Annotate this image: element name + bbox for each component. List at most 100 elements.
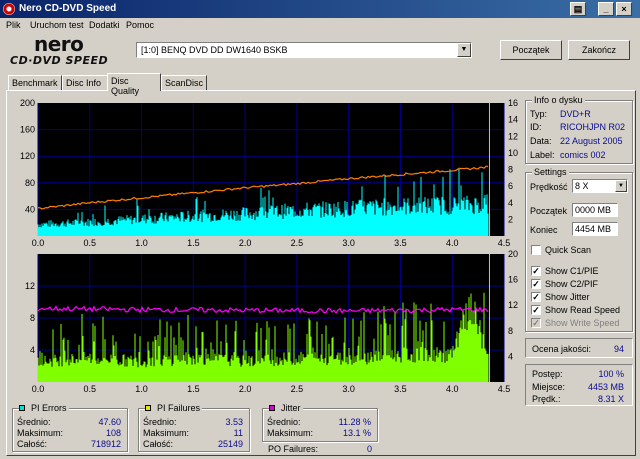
x-tick-label: 4.5 <box>498 238 511 248</box>
x-tick-label: 3.5 <box>394 384 407 394</box>
menu-item-extras[interactable]: Dodatki <box>89 20 120 30</box>
pi-errors-swatch <box>19 405 25 411</box>
x-tick-label: 1.5 <box>187 238 200 248</box>
x-tick-label: 1.0 <box>135 384 148 394</box>
x-tick-label: 2.0 <box>239 384 252 394</box>
show-c1-checkbox[interactable]: ✓ <box>531 266 541 276</box>
nero-app-icon <box>3 3 15 15</box>
start-label: Początek <box>530 206 568 216</box>
pi-errors-total: 718912 <box>90 439 121 449</box>
pi-errors-chart: 0.0 0.5 1.0 1.5 2.0 2.5 3.0 3.5 4.0 4.5 200 160 120 8… <box>20 98 518 248</box>
exit-button[interactable]: Zakończ <box>568 40 630 60</box>
y-left-tick-label: 40 <box>25 204 35 214</box>
x-tick-label: 1.0 <box>135 238 148 248</box>
y-left-tick-label: 8 <box>30 313 35 323</box>
date-label: Data: <box>530 136 552 146</box>
pi-failures-chart: 0.0 0.5 1.0 1.5 2.0 2.5 3.0 3.5 4.0 4.5 12 8 4 20 16 12… <box>25 249 518 394</box>
show-c2-checkbox[interactable]: ✓ <box>531 279 541 289</box>
x-tick-label: 0.5 <box>84 384 97 394</box>
y-right-tick-label: 10 <box>508 148 518 158</box>
start-input[interactable]: 0000 MB <box>572 203 618 217</box>
y-right-tick-label: 20 <box>508 249 518 259</box>
date-value: 22 August 2005 <box>560 136 623 146</box>
x-tick-label: 4.5 <box>498 384 511 394</box>
x-tick-label: 3.0 <box>342 384 355 394</box>
id-value: RICOHJPN R02 <box>560 122 626 132</box>
y-right-tick-label: 6 <box>508 181 513 191</box>
x-tick-label: 2.5 <box>291 384 304 394</box>
jitter-max-label: Maksimum: <box>267 428 314 438</box>
x-tick-label: 3.0 <box>342 238 355 248</box>
tab-disc-quality[interactable]: Disc Quality <box>107 73 161 96</box>
progress-value: 100 % <box>598 369 624 379</box>
logo-product: CD·DVD SPEED <box>10 54 109 67</box>
nero-logo: nero CD·DVD SPEED <box>8 32 128 68</box>
current-speed-label: Prędk.: <box>532 394 561 404</box>
quick-scan-label: Quick Scan <box>545 245 592 255</box>
x-tick-label: 3.5 <box>394 238 407 248</box>
progress-box: Postęp: 100 % Miejsce: 4453 MB Prędk.: 8… <box>525 364 633 406</box>
y-right-tick-label: 14 <box>508 115 518 125</box>
menu-item-help[interactable]: Pomoc <box>126 20 154 30</box>
position-value: 4453 MB <box>587 382 624 392</box>
menu-item-run-test[interactable]: Uruchom test <box>30 20 84 30</box>
tab-disc-info[interactable]: Disc Info <box>62 75 108 91</box>
minimize-icon[interactable]: _ <box>598 2 614 16</box>
pi-errors-max-label: Maksimum: <box>17 428 64 438</box>
start-button[interactable]: Początek <box>500 40 562 60</box>
drive-select-value: [1:0] BENQ DVD DD DW1640 BSKB <box>141 45 288 55</box>
x-tick-label: 2.0 <box>239 238 252 248</box>
speed-select-value: 8 X <box>575 181 589 191</box>
type-value: DVD+R <box>560 109 591 119</box>
tab-scandisc[interactable]: ScanDisc <box>161 75 207 91</box>
quality-score-box: Ocena jakości: 94 <box>525 338 633 358</box>
chevron-down-icon[interactable]: ▼ <box>615 180 627 192</box>
window-title: Nero CD-DVD Speed <box>19 3 117 14</box>
y-right-tick-label: 8 <box>508 326 513 336</box>
drive-select[interactable]: [1:0] BENQ DVD DD DW1640 BSKB ▼ <box>136 42 472 58</box>
settings-title: Settings <box>532 167 569 177</box>
jitter-avg: 11.28 % <box>338 417 371 427</box>
pi-errors-avg: 47.60 <box>98 417 121 427</box>
y-left-tick-label: 200 <box>20 98 35 108</box>
quality-score-value: 94 <box>613 344 624 354</box>
y-left-tick-label: 4 <box>30 345 35 355</box>
y-left-tick-label: 120 <box>20 151 35 161</box>
pi-failures-avg-label: Średnio: <box>143 417 177 427</box>
pi-failures-max-label: Maksimum: <box>143 428 190 438</box>
quality-score-label: Ocena jakości: <box>532 344 592 354</box>
y-left-tick-label: 12 <box>25 281 35 291</box>
pi-errors-avg-label: Średnio: <box>17 417 51 427</box>
menu-item-file[interactable]: Plik <box>6 20 21 30</box>
pi-errors-total-label: Całość: <box>17 439 48 449</box>
po-failures-value: 0 <box>366 444 372 454</box>
y-right-tick-label: 12 <box>508 300 518 310</box>
progress-label: Postęp: <box>532 369 563 379</box>
help-window-icon[interactable]: ▤ <box>570 2 586 16</box>
quick-scan-checkbox[interactable] <box>531 245 541 255</box>
show-read-speed-checkbox[interactable]: ✓ <box>531 305 541 315</box>
y-left-tick-label: 80 <box>25 178 35 188</box>
pi-errors-max: 108 <box>105 428 121 438</box>
id-label: ID: <box>530 122 542 132</box>
chevron-down-icon[interactable]: ▼ <box>457 43 471 57</box>
po-failures-label: PO Failures: <box>268 444 319 454</box>
x-tick-label: 2.5 <box>291 238 304 248</box>
show-write-speed-checkbox: ✓ <box>531 318 541 328</box>
jitter-swatch <box>269 405 275 411</box>
show-jitter-label: Show Jitter <box>545 292 590 302</box>
speed-select[interactable]: 8 X ▼ <box>572 179 628 193</box>
end-input[interactable]: 4454 MB <box>572 222 618 236</box>
y-right-tick-label: 16 <box>508 275 518 285</box>
x-tick-label: 0.0 <box>32 384 45 394</box>
show-write-speed-label: Show Write Speed <box>545 318 620 328</box>
x-tick-label: 4.0 <box>446 238 459 248</box>
tab-benchmark[interactable]: Benchmark <box>8 75 62 91</box>
jitter-group: Jitter Średnio: 11.28 % Maksimum: 13.1 % <box>262 403 378 442</box>
jitter-avg-label: Średnio: <box>267 417 301 427</box>
pi-failures-swatch <box>145 405 151 411</box>
show-jitter-checkbox[interactable]: ✓ <box>531 292 541 302</box>
close-icon[interactable]: × <box>616 2 632 16</box>
y-right-tick-label: 12 <box>508 131 518 141</box>
pi-failures-total-label: Całość: <box>143 439 174 449</box>
